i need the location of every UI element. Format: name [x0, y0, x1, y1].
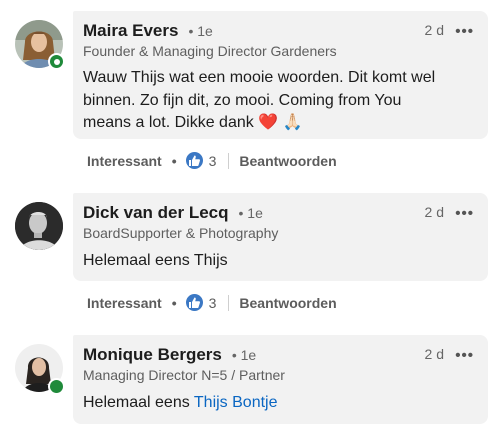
comment-bubble: Maira Evers • 1e 2 d ••• Founder & Manag…: [73, 11, 488, 139]
comment-text: Helemaal eens Thijs: [83, 250, 483, 273]
separator-dot: •: [171, 294, 177, 311]
divider: [228, 152, 230, 169]
separator-dot: •: [171, 152, 177, 169]
comment-text-prefix: Helemaal eens: [83, 394, 194, 411]
comment-text-line: means a lot. Dikke dank ❤️ 🙏🏻: [83, 114, 303, 131]
comment-text-line: Helemaal eens Thijs: [83, 252, 228, 269]
like-icon[interactable]: [185, 152, 203, 169]
reply-button[interactable]: Beantwoorden: [239, 153, 336, 169]
comment-text: Helemaal eens Thijs Bontje: [83, 392, 483, 415]
connection-degree: • 1e: [188, 23, 213, 39]
online-status-icon: [48, 378, 65, 395]
commenter-headline: Founder & Managing Director Gardeners: [83, 43, 337, 59]
reaction-count[interactable]: 3: [209, 153, 217, 169]
commenter-name[interactable]: Dick van der Lecq: [83, 203, 229, 223]
more-options-icon[interactable]: •••: [455, 205, 474, 222]
reply-button[interactable]: Beantwoorden: [239, 295, 336, 311]
divider: [228, 294, 230, 311]
connection-degree: • 1e: [231, 347, 257, 363]
commenter-name[interactable]: Monique Bergers: [83, 345, 222, 365]
interesting-button[interactable]: Interessant: [87, 153, 162, 169]
comment-time: 2 d: [424, 346, 444, 362]
interesting-button[interactable]: Interessant: [87, 295, 162, 311]
commenter-headline: BoardSupporter & Photography: [83, 225, 279, 241]
more-options-icon[interactable]: •••: [455, 347, 474, 364]
more-options-icon[interactable]: •••: [455, 23, 474, 40]
comment-bubble: Dick van der Lecq • 1e 2 d ••• BoardSupp…: [73, 193, 488, 281]
comment-actions: Interessant • 3 Beantwoorden: [87, 152, 337, 169]
comment-text-line: Wauw Thijs wat een mooie woorden. Dit ko…: [83, 69, 436, 86]
reaction-count[interactable]: 3: [209, 295, 217, 311]
commenter-headline: Managing Director N=5 / Partner: [83, 367, 285, 383]
comment-text-line: binnen. Zo fijn dit, zo mooi. Coming fro…: [83, 91, 402, 109]
like-icon[interactable]: [185, 294, 203, 311]
comment-text: Wauw Thijs wat een mooie woorden. Dit ko…: [83, 67, 483, 135]
connection-degree: • 1e: [238, 205, 263, 221]
comment-time: 2 d: [424, 22, 444, 38]
avatar[interactable]: [15, 202, 63, 250]
comment-time: 2 d: [424, 204, 444, 220]
mention-link[interactable]: Thijs Bontje: [194, 394, 278, 411]
comment-bubble: Monique Bergers • 1e 2 d ••• Managing Di…: [73, 335, 488, 424]
online-status-icon: [48, 53, 65, 70]
comment-actions: Interessant • 3 Beantwoorden: [87, 294, 337, 311]
commenter-name[interactable]: Maira Evers: [83, 21, 178, 41]
